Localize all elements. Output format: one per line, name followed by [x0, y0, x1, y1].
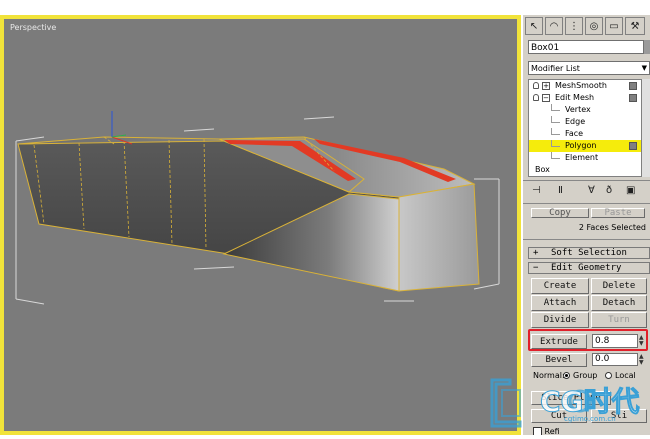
perspective-viewport[interactable]: Perspective [4, 19, 517, 431]
create-button[interactable]: Create [531, 278, 589, 294]
plus-icon: + [533, 248, 539, 258]
copy-button[interactable]: Copy [531, 208, 589, 218]
watermark-text: CG时代 [540, 385, 641, 419]
divider [523, 203, 650, 204]
show-end-result-toggle-icon[interactable]: Ⅱ [558, 183, 563, 199]
chevron-down-icon: ▼ [641, 64, 647, 72]
subobject-square-icon [629, 142, 637, 150]
tree-line-icon [551, 104, 560, 111]
object-color-swatch[interactable] [644, 40, 650, 54]
selection-status: 2 Faces Selected [578, 223, 646, 232]
expand-icon[interactable]: + [542, 82, 550, 90]
divider [523, 180, 650, 181]
stack-item-meshsmooth[interactable]: + MeshSmooth [529, 80, 641, 92]
make-unique-icon[interactable]: ∀ [588, 183, 595, 199]
show-end-result-icon[interactable] [629, 94, 637, 102]
light-bulb-icon[interactable] [533, 82, 539, 89]
turn-button[interactable]: Turn [591, 312, 647, 328]
stack-item-box[interactable]: Box [529, 164, 641, 176]
soft-selection-rollout[interactable]: + Soft Selection [528, 247, 650, 259]
stack-item-vertex[interactable]: Vertex [529, 104, 641, 116]
stack-item-polygon-selected[interactable]: Polygon [529, 140, 641, 152]
remove-modifier-icon[interactable]: ð [606, 183, 612, 199]
stack-item-element[interactable]: Element [529, 152, 641, 164]
mesh-scene[interactable] [4, 19, 517, 431]
stack-item-face[interactable]: Face [529, 128, 641, 140]
watermark-subtext: cgtimo.com.cn [564, 415, 616, 423]
configure-modifier-sets-icon[interactable]: ▣ [626, 183, 635, 199]
bevel-amount-field[interactable]: 0.0 [592, 353, 638, 366]
bevel-spinner-arrows-icon[interactable]: ▲ ▼ [639, 354, 646, 366]
pin-stack-icon[interactable]: ⊣ [532, 183, 541, 199]
object-name-field[interactable]: Box01 [528, 40, 644, 54]
modify-tab-icon[interactable]: ◠ [545, 17, 563, 35]
light-bulb-icon[interactable] [533, 94, 539, 101]
bevel-button[interactable]: Bevel [531, 353, 587, 367]
display-tab-icon[interactable]: ▭ [605, 17, 623, 35]
stack-scrollbar[interactable] [642, 79, 650, 177]
cg-watermark: CG时代 cgtimo.com.cn [480, 372, 650, 435]
tree-line-icon [551, 140, 560, 147]
minus-icon: − [533, 263, 539, 273]
mesh-end-cap [398, 183, 480, 292]
extrude-callout-highlight [528, 329, 648, 351]
stack-item-edit-mesh[interactable]: − Edit Mesh [529, 92, 641, 104]
stack-item-edge[interactable]: Edge [529, 116, 641, 128]
tree-line-icon [551, 116, 560, 123]
collapse-icon[interactable]: − [542, 94, 550, 102]
detach-button[interactable]: Detach [591, 295, 647, 311]
tree-line-icon [551, 152, 560, 159]
show-end-result-icon[interactable] [629, 82, 637, 90]
viewport-frame: Perspective [0, 15, 521, 435]
paste-button[interactable]: Paste [591, 208, 645, 218]
stack-toolbar: ⊣ Ⅱ ∀ ð ▣ [528, 183, 650, 201]
motion-tab-icon[interactable]: ◎ [585, 17, 603, 35]
modifier-stack[interactable]: + MeshSmooth − Edit Mesh Vertex Edge Fac… [528, 79, 642, 177]
divide-button[interactable]: Divide [531, 312, 589, 328]
divider [523, 239, 650, 240]
hierarchy-tab-icon[interactable]: ⋮ [565, 17, 583, 35]
modifier-list-dropdown[interactable]: Modifier List ▼ [528, 61, 650, 75]
utilities-tab-icon[interactable]: ⚒ [625, 17, 645, 35]
edit-geometry-rollout[interactable]: − Edit Geometry [528, 262, 650, 274]
tree-line-icon [551, 128, 560, 135]
delete-button[interactable]: Delete [591, 278, 647, 294]
create-tab-icon[interactable]: ↖ [525, 17, 543, 35]
attach-button[interactable]: Attach [531, 295, 589, 311]
modifier-list-label: Modifier List [531, 64, 580, 73]
